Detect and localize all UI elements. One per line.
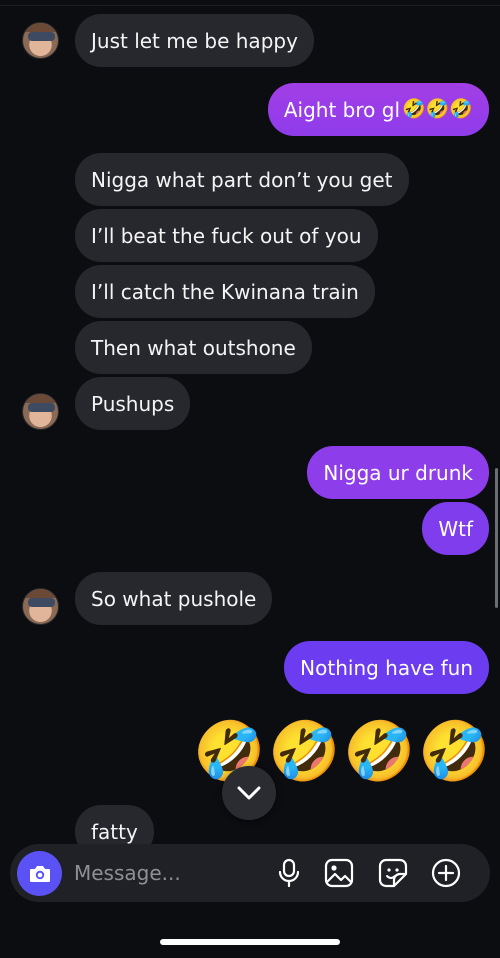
- more-options-button[interactable]: [431, 858, 461, 888]
- gallery-button[interactable]: [324, 858, 354, 888]
- contact-avatar[interactable]: [22, 22, 59, 59]
- sent-message[interactable]: Aight bro gl 🤣🤣🤣: [267, 83, 489, 136]
- chat-screen: Just let me be happy Aight bro gl 🤣🤣🤣 Ni…: [0, 0, 500, 958]
- message-text: I’ll catch the Kwinana train: [91, 279, 359, 304]
- received-message[interactable]: Then what outshone: [75, 321, 312, 374]
- laughing-emoji-icon[interactable]: 🤣: [418, 718, 490, 784]
- sticker-icon: [378, 858, 408, 888]
- message-input[interactable]: [74, 858, 264, 888]
- message-text: Nigga what part don’t you get: [91, 167, 393, 192]
- contact-avatar[interactable]: [22, 393, 59, 430]
- microphone-icon: [278, 858, 300, 888]
- message-text: So what pushole: [91, 586, 257, 611]
- message-text: Nothing have fun: [300, 655, 473, 680]
- laughing-emoji-icon: 🤣🤣🤣: [402, 98, 473, 120]
- received-message[interactable]: I’ll catch the Kwinana train: [75, 265, 375, 318]
- contact-avatar[interactable]: [22, 588, 59, 625]
- message-text: I’ll beat the fuck out of you: [91, 223, 362, 248]
- received-message[interactable]: I’ll beat the fuck out of you: [75, 209, 378, 262]
- camera-button[interactable]: [17, 851, 62, 896]
- home-indicator[interactable]: [160, 939, 340, 945]
- gallery-icon: [324, 858, 354, 888]
- received-message[interactable]: Pushups: [75, 377, 191, 430]
- message-text: Nigga ur drunk: [323, 460, 473, 485]
- scroll-to-bottom-button[interactable]: [222, 766, 276, 820]
- message-text: Then what outshone: [91, 335, 296, 360]
- sent-message[interactable]: Nothing have fun: [284, 641, 489, 694]
- chevron-down-icon: [237, 786, 261, 800]
- sticker-button[interactable]: [378, 858, 408, 888]
- message-text: Aight bro gl: [283, 97, 401, 122]
- sent-message[interactable]: Wtf: [422, 502, 489, 555]
- message-composer: [10, 844, 490, 902]
- laughing-emoji-icon[interactable]: 🤣: [268, 718, 340, 784]
- received-message[interactable]: Just let me be happy: [75, 14, 314, 67]
- message-text: fatty: [91, 819, 138, 844]
- sent-message[interactable]: Nigga ur drunk: [307, 446, 489, 499]
- message-text: Pushups: [91, 391, 175, 416]
- message-text: Just let me be happy: [91, 28, 298, 53]
- plus-icon: [431, 858, 461, 888]
- camera-icon: [29, 865, 50, 882]
- scrollbar[interactable]: [495, 468, 498, 608]
- laughing-emoji-icon[interactable]: 🤣: [343, 718, 415, 784]
- message-text: Wtf: [438, 516, 473, 541]
- received-message[interactable]: So what pushole: [75, 572, 273, 625]
- microphone-button[interactable]: [274, 858, 304, 888]
- received-message[interactable]: Nigga what part don’t you get: [75, 153, 409, 206]
- header-divider: [0, 0, 500, 6]
